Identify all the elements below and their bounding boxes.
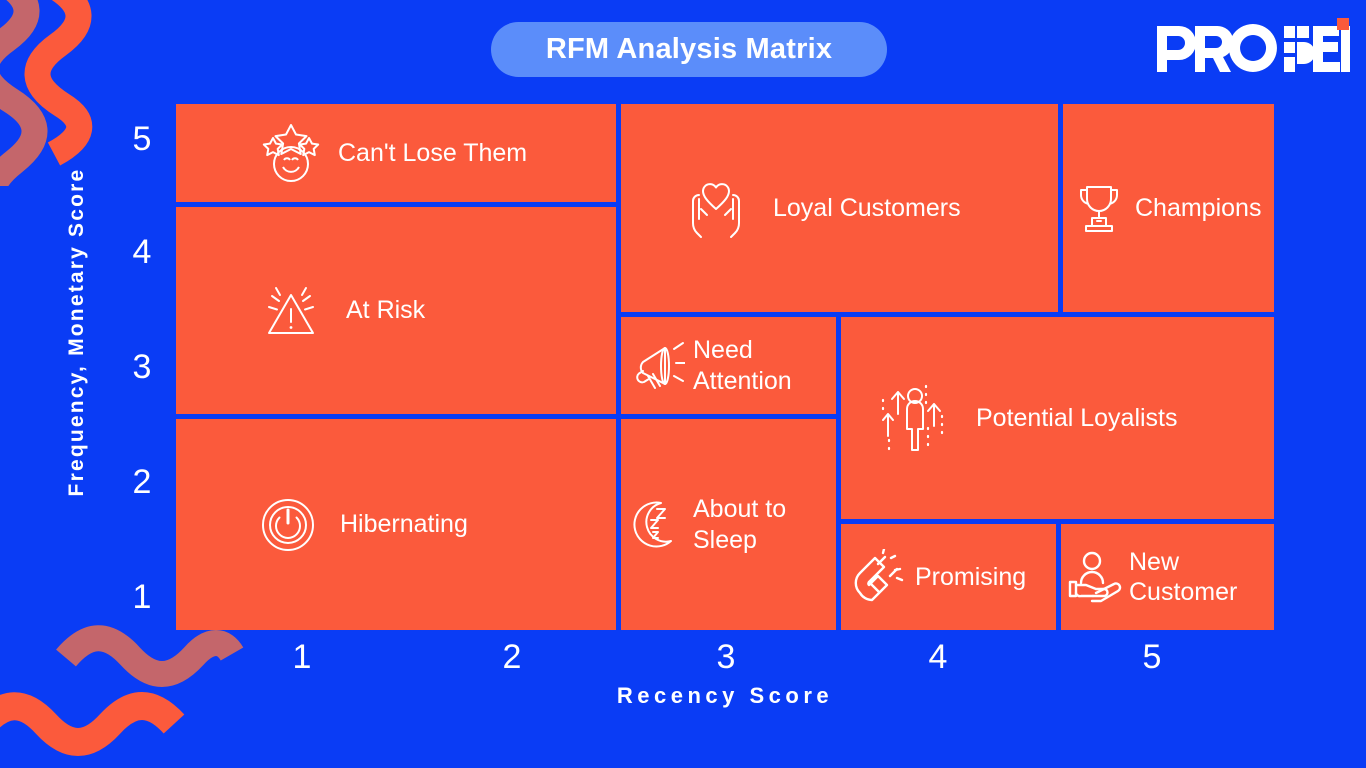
segment-label: Promising <box>915 562 1027 591</box>
page-title-pill: RFM Analysis Matrix <box>491 22 887 77</box>
segment-at-risk[interactable]: At Risk <box>176 207 616 414</box>
segment-label: Loyal Customers <box>773 193 961 222</box>
segment-hibernating[interactable]: Hibernating <box>176 419 616 630</box>
segment-label: Hibernating <box>340 510 468 539</box>
power-button-icon <box>262 498 314 551</box>
rfm-matrix: Can't Lose Them At Risk Hibernating Loya… <box>176 104 1274 630</box>
person-in-hand-icon <box>1068 551 1122 603</box>
smiley-stars-icon <box>262 124 320 182</box>
warning-triangle-icon <box>268 286 314 334</box>
segment-label: About to Sleep <box>693 495 787 554</box>
x-tick-5: 5 <box>1142 638 1162 676</box>
page-title: RFM Analysis Matrix <box>545 33 833 65</box>
segment-promising[interactable]: Promising <box>841 524 1056 630</box>
infographic-canvas: RFM Analysis Matrix Frequency, Monetary … <box>0 0 1366 768</box>
segment-label: Need Attention <box>693 336 792 395</box>
magnet-icon <box>854 549 904 602</box>
x-tick-4: 4 <box>928 638 948 676</box>
logo-accent-dot <box>1337 18 1349 30</box>
logo-wordmark <box>1157 18 1355 72</box>
x-axis-title: Recency Score <box>616 683 834 708</box>
segment-label: Can't Lose Them <box>338 138 528 167</box>
y-tick-5: 5 <box>132 120 152 158</box>
x-tick-1: 1 <box>292 638 312 676</box>
person-growth-arrows-icon <box>881 384 944 454</box>
segment-loyal-customers[interactable]: Loyal Customers <box>621 104 1058 312</box>
megaphone-icon <box>636 341 685 389</box>
heart-in-hands-icon <box>691 183 741 238</box>
x-tick-2: 2 <box>502 638 522 676</box>
segment-need-attention[interactable]: Need Attention <box>621 317 836 414</box>
segment-label: Champions <box>1135 193 1262 222</box>
segment-cant-lose-them[interactable]: Can't Lose Them <box>176 104 616 202</box>
segment-about-to-sleep[interactable]: About to Sleep <box>621 419 836 630</box>
segment-label: Potential Loyalists <box>976 403 1178 432</box>
segment-champions[interactable]: Champions <box>1063 104 1274 312</box>
trophy-icon <box>1079 186 1119 232</box>
sleeping-moon-icon <box>633 501 672 548</box>
segment-new-customer[interactable]: New Customer <box>1061 524 1274 630</box>
segment-label: At Risk <box>346 296 426 325</box>
propel-logo <box>1155 18 1355 80</box>
segment-potential-loyalists[interactable]: Potential Loyalists <box>841 317 1274 519</box>
x-tick-3: 3 <box>716 638 736 676</box>
segment-label: New Customer <box>1129 547 1238 607</box>
y-tick-3: 3 <box>132 348 152 386</box>
y-tick-2: 2 <box>132 463 152 501</box>
y-tick-4: 4 <box>132 233 152 271</box>
y-tick-1: 1 <box>132 578 152 616</box>
y-axis-title: Frequency, Monetary Score <box>65 167 88 497</box>
decorative-squiggle-top-left <box>0 0 93 186</box>
